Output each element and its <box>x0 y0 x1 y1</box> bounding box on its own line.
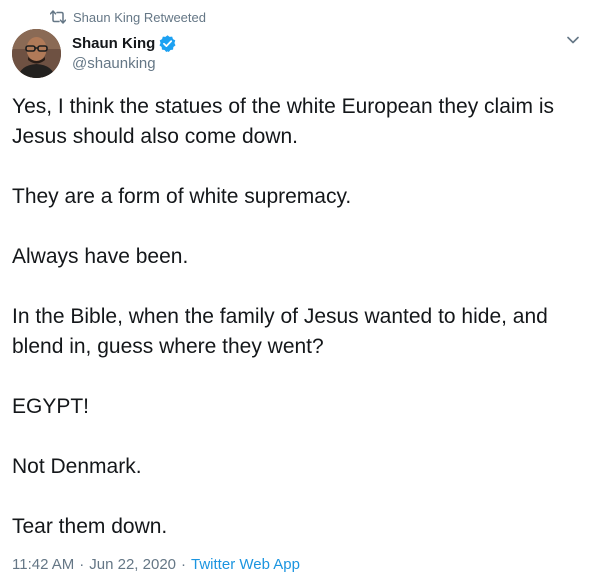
author-block[interactable]: Shaun King @shaunking <box>72 32 177 72</box>
tweet-paragraph: Tear them down. <box>12 515 168 538</box>
tweet-paragraph: EGYPT! <box>12 395 90 418</box>
author-handle[interactable]: @shaunking <box>72 55 177 72</box>
meta-separator: · <box>79 556 85 573</box>
tweet-paragraph: Not Denmark. <box>12 455 142 478</box>
tweet-paragraph: They are a form of white supremacy. <box>12 185 352 208</box>
tweet-paragraph: Yes, I think the statues of the white Eu… <box>12 95 555 148</box>
retweet-label[interactable]: Shaun King Retweeted <box>73 10 206 25</box>
tweet-menu-button[interactable] <box>565 32 581 48</box>
chevron-down-icon <box>567 31 579 49</box>
meta-separator: · <box>181 556 187 573</box>
tweet-date[interactable]: Jun 22, 2020 <box>89 556 176 573</box>
avatar[interactable] <box>12 29 61 78</box>
tweet-time[interactable]: 11:42 AM <box>12 556 74 573</box>
author-name-row: Shaun King <box>72 32 177 54</box>
author-name[interactable]: Shaun King <box>72 35 155 52</box>
tweet-metadata: 11:42 AM · Jun 22, 2020 · Twitter Web Ap… <box>12 556 300 573</box>
retweet-context: Shaun King Retweeted <box>49 8 206 26</box>
retweet-icon <box>49 10 67 24</box>
verified-badge-icon <box>158 34 177 53</box>
tweet-paragraph: Always have been. <box>12 245 189 268</box>
tweet-text: Yes, I think the statues of the white Eu… <box>12 92 582 542</box>
tweet-paragraph: In the Bible, when the family of Jesus w… <box>12 305 548 358</box>
tweet-source-link[interactable]: Twitter Web App <box>191 556 300 573</box>
